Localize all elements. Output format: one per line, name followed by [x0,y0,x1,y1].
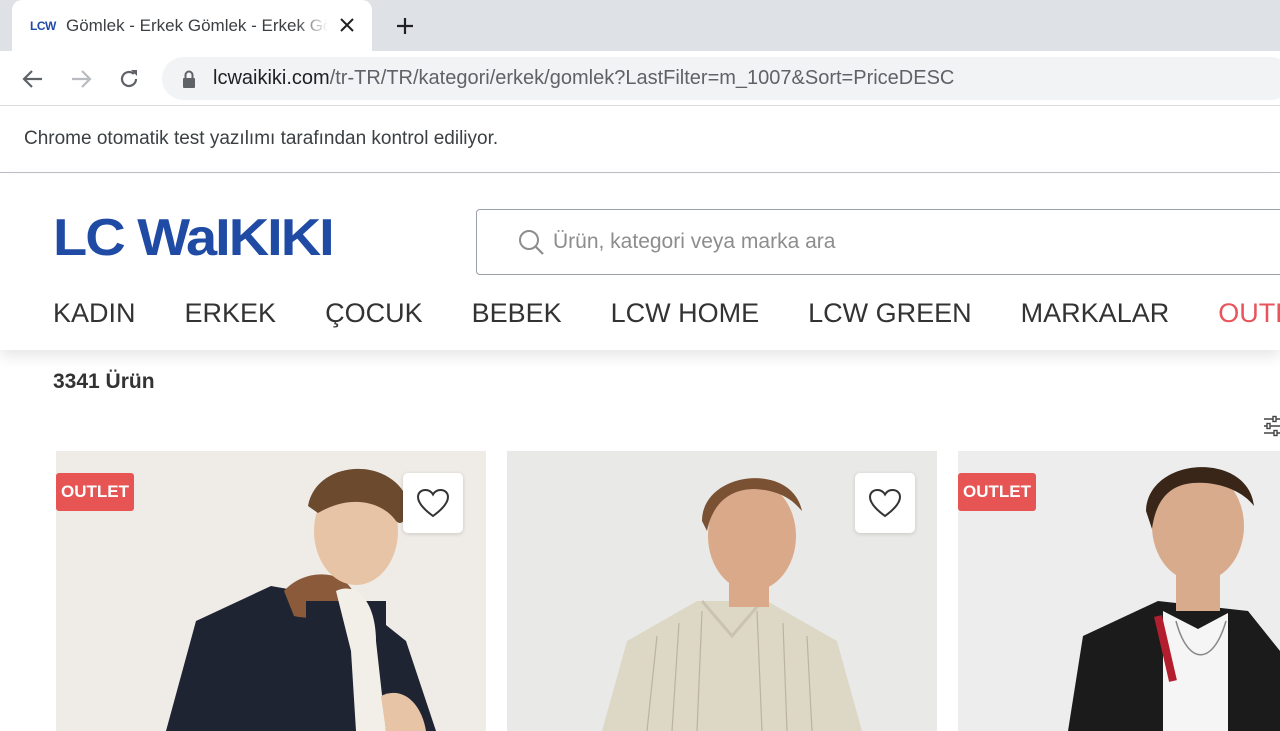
close-icon[interactable] [336,14,358,36]
nav-item-bebek[interactable]: BEBEK [472,298,562,338]
lock-icon [180,70,198,88]
back-button[interactable] [18,64,48,94]
favicon-icon: LCW [30,18,56,33]
nav-item-kadin[interactable]: KADIN [53,298,136,338]
search-box[interactable] [476,209,1280,275]
main-nav: KADIN ERKEK ÇOCUK BEBEK LCW HOME LCW GRE… [53,298,1280,338]
url-path: /tr-TR/TR/kategori/erkek/gomlek?LastFilt… [329,67,955,89]
filter-sliders-icon[interactable] [1262,414,1280,438]
nav-item-markalar[interactable]: MARKALAR [1021,298,1170,338]
heart-icon [868,488,902,518]
arrow-right-icon [72,70,92,88]
automation-infobar: Chrome otomatik test yazılımı tarafından… [0,106,1280,173]
site-header: LC WaIKIKI KADIN ERKEK ÇOCUK BEBEK LCW H… [0,174,1280,350]
address-bar[interactable]: lcwaikiki.com/tr-TR/TR/kategori/erkek/go… [162,57,1280,100]
outlet-badge: OUTLET [56,473,134,511]
product-card[interactable]: OUTLET [958,451,1280,731]
product-card[interactable]: OUTLET [56,451,486,731]
forward-button[interactable] [66,64,96,94]
nav-item-outlet[interactable]: OUTLET [1218,298,1280,338]
search-icon [519,230,544,255]
nav-item-cocuk[interactable]: ÇOCUK [325,298,423,338]
arrow-left-icon [22,70,42,88]
reload-button[interactable] [114,64,144,94]
outlet-badge: OUTLET [958,473,1036,511]
reload-icon [120,70,138,88]
product-card[interactable] [507,451,937,731]
favorite-button[interactable] [403,473,463,533]
browser-toolbar: lcwaikiki.com/tr-TR/TR/kategori/erkek/go… [0,51,1280,106]
nav-item-lcw-green[interactable]: LCW GREEN [808,298,972,338]
favorite-button[interactable] [855,473,915,533]
search-input[interactable] [553,230,1153,254]
site-logo[interactable]: LC WaIKIKI [53,212,335,264]
nav-item-lcw-home[interactable]: LCW HOME [611,298,760,338]
infobar-text: Chrome otomatik test yazılımı tarafından… [24,128,499,149]
url-text: lcwaikiki.com/tr-TR/TR/kategori/erkek/go… [213,67,954,90]
tab-title: Gömlek - Erkek Gömlek - Erkek Gömlek Mod… [66,15,328,35]
url-host: lcwaikiki.com [213,67,330,89]
heart-icon [416,488,450,518]
product-count: 3341 Ürün [53,370,155,393]
nav-item-erkek[interactable]: ERKEK [185,298,277,338]
new-tab-button[interactable] [392,13,418,39]
browser-tab-strip: LCW Gömlek - Erkek Gömlek - Erkek Gömlek… [0,0,1280,51]
plus-icon [397,18,413,34]
browser-tab[interactable]: LCW Gömlek - Erkek Gömlek - Erkek Gömlek… [12,0,372,51]
